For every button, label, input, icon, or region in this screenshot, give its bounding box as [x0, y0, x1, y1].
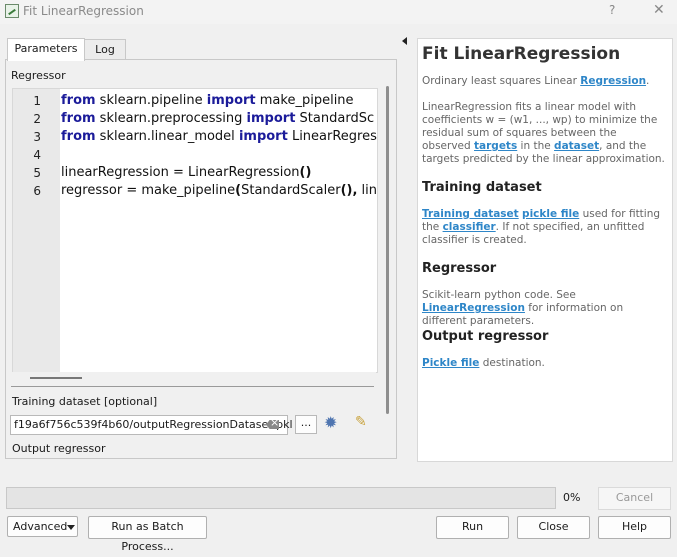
help-title: Fit LinearRegression: [422, 44, 621, 64]
help-heading-output: Output regressor: [422, 329, 549, 344]
divider: [11, 386, 374, 387]
code-line: from sklearn.preprocessing import Standa…: [61, 111, 374, 126]
line-number: 1: [33, 94, 41, 108]
pencil-icon[interactable]: ✎: [355, 414, 367, 430]
code-token: sklearn.pipeline: [95, 93, 207, 108]
horizontal-scroll-thumb[interactable]: [30, 377, 82, 379]
vertical-scroll-thumb[interactable]: [386, 86, 389, 414]
code-token: lin: [357, 183, 377, 198]
help-heading-regressor: Regressor: [422, 261, 497, 276]
progress-bar: [6, 487, 556, 509]
code-line: linearRegression = LinearRegression(): [61, 165, 311, 180]
help-regressor-text: Scikit-learn python code. See LinearRegr…: [422, 289, 624, 327]
browse-button[interactable]: ...: [295, 415, 317, 434]
code-token: import: [206, 93, 256, 108]
help-output-text: Pickle file destination.: [422, 357, 545, 369]
code-token: StandardScaler: [241, 183, 341, 198]
help-heading-training: Training dataset: [422, 180, 542, 195]
code-token: import: [238, 129, 288, 144]
code-token: linearRegression = LinearRegression: [61, 165, 300, 180]
line-number: 2: [33, 112, 41, 126]
line-number: 4: [33, 148, 41, 162]
code-token: (),: [340, 183, 358, 198]
run-batch-button[interactable]: Run as Batch Process...: [88, 516, 207, 553]
help-description: LinearRegression fits a linear model wit…: [422, 101, 665, 165]
window-title: Fit LinearRegression: [23, 4, 144, 18]
code-token: from: [61, 93, 96, 108]
chevron-down-icon: [67, 525, 75, 530]
code-line: regressor = make_pipeline(StandardScaler…: [61, 183, 377, 198]
help-pane: Fit LinearRegression Ordinary least squa…: [417, 38, 673, 462]
line-number: 6: [33, 184, 41, 198]
collapse-arrow-icon[interactable]: [402, 37, 407, 45]
code-token: sklearn.preprocessing: [95, 111, 247, 126]
code-token: import: [246, 111, 296, 126]
dataset-link[interactable]: dataset: [554, 140, 599, 152]
code-token: make_pipeline: [255, 93, 354, 108]
title-bar: Fit LinearRegression ? ✕: [0, 0, 677, 24]
code-token: regressor = make_pipeline: [61, 183, 236, 198]
training-dataset-input[interactable]: f19a6f756c539f4b60/outputRegressionDatas…: [10, 415, 293, 435]
horizontal-scrollbar[interactable]: [12, 372, 376, 384]
close-button[interactable]: Close: [517, 516, 590, 539]
code-line: from sklearn.linear_model import LinearR…: [61, 129, 377, 144]
cancel-button[interactable]: Cancel: [598, 487, 671, 510]
code-token: from: [61, 129, 96, 144]
linearregression-link[interactable]: LinearRegression: [422, 302, 525, 314]
advanced-button[interactable]: Advanced: [7, 516, 78, 537]
close-icon[interactable]: ✕: [653, 2, 665, 18]
training-dataset-label: Training dataset [optional]: [12, 395, 158, 408]
regression-link[interactable]: Regression: [580, 75, 646, 87]
run-button[interactable]: Run: [436, 516, 509, 539]
tab-parameters[interactable]: Parameters: [7, 38, 85, 61]
code-token: from: [61, 111, 96, 126]
code-token: (): [299, 165, 312, 180]
code-token: StandardSc: [295, 111, 375, 126]
progress-text: 0%: [563, 491, 581, 504]
help-intro: Ordinary least squares Linear Regression…: [422, 75, 650, 87]
targets-link[interactable]: targets: [474, 140, 517, 152]
line-number-gutter: 1 2 3 4 5 6: [13, 89, 60, 372]
tab-log[interactable]: Log: [84, 39, 126, 60]
advanced-label: Advanced: [13, 520, 68, 533]
training-dataset-link[interactable]: Training dataset: [422, 208, 519, 220]
pickle-file-destination-link[interactable]: Pickle file: [422, 357, 479, 369]
code-token: LinearRegres: [287, 129, 377, 144]
classifier-link[interactable]: classifier: [443, 221, 496, 233]
app-icon: [5, 4, 19, 18]
line-number: 5: [33, 166, 41, 180]
regressor-label: Regressor: [11, 69, 66, 82]
code-line: from sklearn.pipeline import make_pipeli…: [61, 93, 354, 108]
output-regressor-label: Output regressor: [12, 442, 106, 455]
pickle-file-link[interactable]: pickle file: [522, 208, 579, 220]
help-icon[interactable]: ?: [609, 3, 615, 17]
code-editor[interactable]: 1 2 3 4 5 6 from sklearn.pipeline import make…: [12, 88, 378, 373]
training-dataset-value: f19a6f756c539f4b60/outputRegressionDatas…: [14, 418, 293, 431]
help-button[interactable]: Help: [598, 516, 671, 539]
code-token: sklearn.linear_model: [95, 129, 239, 144]
gear-icon[interactable]: ✹: [324, 413, 337, 432]
line-number: 3: [33, 130, 41, 144]
help-training-text: Training dataset pickle file used for fi…: [422, 208, 661, 246]
